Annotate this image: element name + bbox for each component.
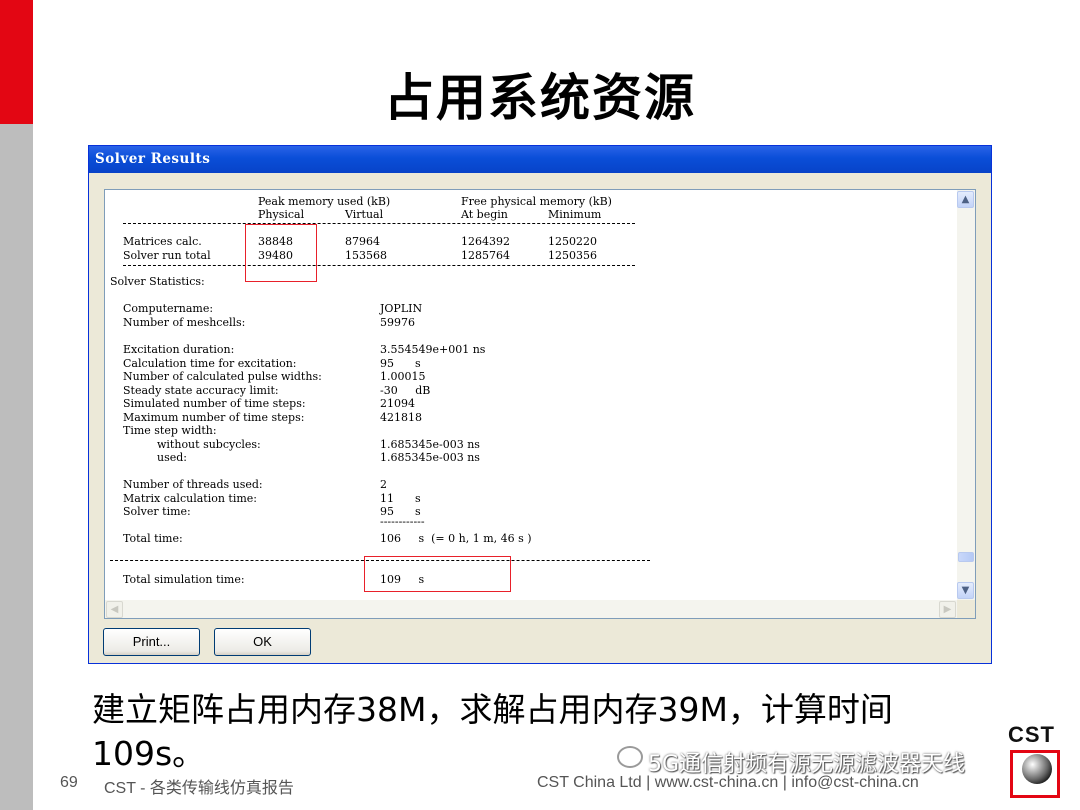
total-sim-label: Total simulation time:: [123, 573, 245, 586]
stat-value: 1.685345e-003 ns: [380, 451, 480, 464]
peak-memory-header: Peak memory used (kB): [258, 195, 391, 208]
physical-memory-highlight: [245, 224, 317, 282]
scroll-left-icon[interactable]: ◀: [106, 601, 123, 618]
stat-value: 3.554549e+001 ns: [380, 343, 486, 356]
stat-value: 59976: [380, 316, 415, 329]
footer-right: CST China Ltd | www.cst-china.cn | info@…: [537, 774, 919, 791]
cell-virtual: 153568: [345, 249, 387, 262]
print-button[interactable]: Print...: [103, 628, 200, 656]
cell-at-begin: 1264392: [461, 235, 510, 248]
dialog-title: Solver Results: [89, 146, 991, 173]
total-time-highlight: [364, 556, 511, 592]
stat-label: without subcycles:: [157, 438, 261, 451]
stat-value: JOPLIN: [380, 302, 423, 315]
cell-virtual: 87964: [345, 235, 380, 248]
stat-label: Excitation duration:: [123, 343, 235, 356]
slide-side-bar: [0, 124, 33, 810]
stat-value: 21094: [380, 397, 415, 410]
solver-results-dialog: Solver Results Peak memory used (kB) Fre…: [88, 145, 992, 664]
slide-title: 占用系统资源: [384, 69, 696, 127]
stat-label: Maximum number of time steps:: [123, 411, 305, 424]
col-virtual: Virtual: [345, 208, 384, 221]
stat-label: used:: [157, 451, 187, 464]
stat-value: 1.685345e-003 ns: [380, 438, 480, 451]
col-physical: Physical: [258, 208, 305, 221]
stat-value: 11 s: [380, 492, 421, 505]
caption-line-1: 建立矩阵占用内存38M，求解占用内存39M，计算时间: [92, 690, 893, 729]
col-minimum: Minimum: [548, 208, 602, 221]
stat-label: Simulated number of time steps:: [123, 397, 306, 410]
separator-line: [123, 223, 635, 224]
footer-left: CST - 各类传输线仿真报告: [104, 780, 294, 797]
cell-at-begin: 1285764: [461, 249, 510, 262]
cell-minimum: 1250220: [548, 235, 597, 248]
logo-sphere-icon: [1022, 754, 1052, 784]
scroll-right-icon[interactable]: ▶: [939, 601, 956, 618]
results-text-area: Peak memory used (kB) Free physical memo…: [105, 190, 957, 600]
scroll-corner: [957, 600, 975, 618]
row-label: Solver run total: [123, 249, 211, 262]
stat-label: Computername:: [123, 302, 214, 315]
stat-label: Calculation time for excitation:: [123, 357, 297, 370]
scroll-thumb[interactable]: [958, 552, 974, 562]
wechat-icon: [617, 746, 643, 768]
free-memory-header: Free physical memory (kB): [461, 195, 612, 208]
stat-value: 95 s: [380, 357, 421, 370]
vertical-scrollbar[interactable]: ▲ ▼: [957, 190, 975, 600]
results-text-panel: Peak memory used (kB) Free physical memo…: [104, 189, 976, 619]
separator-line: [123, 265, 635, 266]
stat-label: Number of meshcells:: [123, 316, 246, 329]
total-separator: ------------: [380, 515, 425, 528]
scroll-down-icon[interactable]: ▼: [957, 582, 974, 599]
stat-label: Steady state accuracy limit:: [123, 384, 279, 397]
cst-logo-text: CST: [1008, 722, 1055, 747]
stat-value: -30 dB: [380, 384, 431, 397]
stats-heading: Solver Statistics:: [110, 275, 205, 288]
stat-label: Time step width:: [123, 424, 217, 437]
stat-value: 2: [380, 478, 387, 491]
scroll-up-icon[interactable]: ▲: [957, 191, 974, 208]
horizontal-scrollbar[interactable]: ◀ ▶: [105, 600, 957, 618]
stat-value: 1.00015: [380, 370, 426, 383]
stat-label: Matrix calculation time:: [123, 492, 258, 505]
ok-button[interactable]: OK: [214, 628, 311, 656]
page-number: 69: [60, 774, 78, 791]
row-label: Matrices calc.: [123, 235, 202, 248]
stat-label: Number of threads used:: [123, 478, 263, 491]
stat-value: 421818: [380, 411, 422, 424]
stat-label: Number of calculated pulse widths:: [123, 370, 322, 383]
stat-value: 106 s (= 0 h, 1 m, 46 s ): [380, 532, 532, 545]
col-at-begin: At begin: [461, 208, 508, 221]
stat-label: Solver time:: [123, 505, 191, 518]
stat-label: Total time:: [123, 532, 183, 545]
cell-minimum: 1250356: [548, 249, 597, 262]
